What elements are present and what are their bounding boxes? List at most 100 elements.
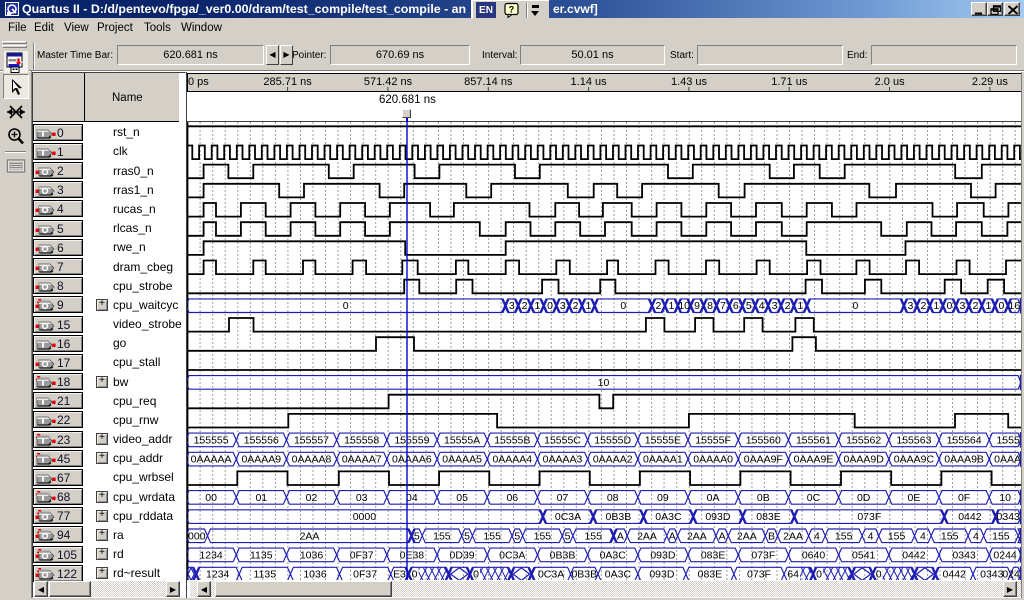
svg-text:0AAAAA: 0AAAAA [191,454,232,466]
svg-text:4: 4 [759,300,765,312]
svg-text:0: 0 [620,300,626,312]
svg-text:0343: 0343 [997,511,1021,523]
svg-text:083E: 083E [698,569,723,580]
svg-text:4: 4 [973,530,979,542]
svg-text:16: 16 [1009,300,1021,312]
svg-text:07: 07 [557,492,569,504]
svg-text:2AA: 2AA [637,530,657,542]
svg-text:1: 1 [933,300,939,312]
svg-text:15555B: 15555B [494,434,530,446]
svg-text:10: 10 [598,377,610,389]
svg-text:073F: 073F [747,569,771,580]
svg-text:1135: 1135 [250,549,273,561]
svg-text:155560: 155560 [746,434,781,446]
svg-text:2: 2 [573,300,579,312]
svg-text:0F37: 0F37 [350,549,374,561]
svg-text:15555A: 15555A [444,434,480,446]
svg-text:155558: 155558 [344,434,379,446]
svg-text:01: 01 [255,492,267,504]
svg-text:02: 02 [306,492,318,504]
svg-text:0000: 0000 [353,511,377,523]
svg-text:0: 0 [343,300,349,312]
svg-text:0AAA9C: 0AAA9C [894,454,935,466]
svg-text:10: 10 [999,492,1011,504]
svg-text:4: 4 [920,530,926,542]
svg-text:1: 1 [534,300,540,312]
svg-text:155: 155 [941,530,959,542]
svg-text:0AAAA5: 0AAAA5 [442,454,482,466]
svg-text:1: 1 [585,300,591,312]
svg-text:155563: 155563 [896,434,931,446]
svg-text:0AAA9F: 0AAA9F [744,454,783,466]
svg-text:093D: 093D [705,511,731,523]
svg-text:1: 1 [797,300,803,312]
svg-text:155: 155 [534,530,552,542]
svg-text:0F: 0F [958,492,970,504]
svg-text:155: 155 [888,530,906,542]
svg-text:04: 04 [406,492,418,504]
svg-text:A: A [719,530,726,542]
svg-text:155: 155 [483,530,501,542]
svg-text:0442: 0442 [958,511,982,523]
svg-text:0F37: 0F37 [353,569,377,580]
svg-text:0AAAA4: 0AAAA4 [492,454,532,466]
svg-text:155555: 155555 [194,434,229,446]
svg-text:0244: 0244 [993,549,1017,561]
svg-text:3: 3 [959,300,965,312]
svg-text:A: A [669,530,676,542]
svg-text:6: 6 [733,300,739,312]
svg-text:000: 000 [188,530,206,542]
svg-text:15555E: 15555E [645,434,681,446]
svg-text:0343: 0343 [980,569,1004,580]
svg-text:0AAAA1: 0AAAA1 [643,454,683,466]
svg-text:0: 0 [473,569,479,580]
svg-text:0D: 0D [857,492,871,504]
svg-text:5: 5 [464,530,470,542]
svg-text:09: 09 [657,492,669,504]
svg-text:05: 05 [456,492,468,504]
svg-text:7: 7 [720,300,726,312]
svg-text:0C: 0C [807,492,821,504]
svg-text:0AAAA8: 0AAAA8 [292,454,332,466]
svg-text:155: 155 [584,530,602,542]
svg-text:0244: 0244 [1002,569,1022,580]
svg-text:0AAAA3: 0AAAA3 [543,454,583,466]
svg-text:0B3B: 0B3B [606,511,632,523]
svg-text:5: 5 [565,530,571,542]
svg-text:0A3C: 0A3C [600,549,627,561]
svg-text:64: 64 [787,569,799,580]
svg-text:2: 2 [655,300,661,312]
svg-text:2: 2 [522,300,528,312]
svg-text:03: 03 [356,492,368,504]
svg-text:0AAA9E: 0AAA9E [794,454,834,466]
svg-text:155565: 155565 [996,434,1022,446]
svg-text:3: 3 [772,300,778,312]
svg-text:00: 00 [205,492,217,504]
svg-text:073F: 073F [751,549,775,561]
svg-text:0AAA9A: 0AAA9A [994,454,1022,466]
svg-text:083E: 083E [701,549,726,561]
svg-text:0C3A: 0C3A [538,569,564,580]
svg-text:0E: 0E [907,492,920,504]
svg-text:1234: 1234 [199,549,223,561]
svg-text:0: 0 [876,569,882,580]
svg-text:0: 0 [412,569,418,580]
svg-text:0D39: 0D39 [450,549,475,561]
svg-text:155556: 155556 [244,434,279,446]
svg-text:155564: 155564 [947,434,982,446]
svg-text:0AAAA7: 0AAAA7 [342,454,382,466]
svg-text:0AAAA2: 0AAAA2 [593,454,633,466]
svg-text:2AA: 2AA [737,530,757,542]
svg-text:0B3B: 0B3B [550,549,576,561]
svg-text:5: 5 [514,530,520,542]
svg-text:1: 1 [985,300,991,312]
svg-text:4: 4 [868,530,874,542]
svg-text:155561: 155561 [796,434,831,446]
svg-text:0B: 0B [757,492,770,504]
svg-text:0AAAA9: 0AAAA9 [241,454,281,466]
svg-text:155557: 155557 [294,434,329,446]
svg-text:2: 2 [972,300,978,312]
svg-text:0C3A: 0C3A [499,549,525,561]
svg-text:0541: 0541 [852,549,876,561]
svg-text:0A: 0A [707,492,720,504]
